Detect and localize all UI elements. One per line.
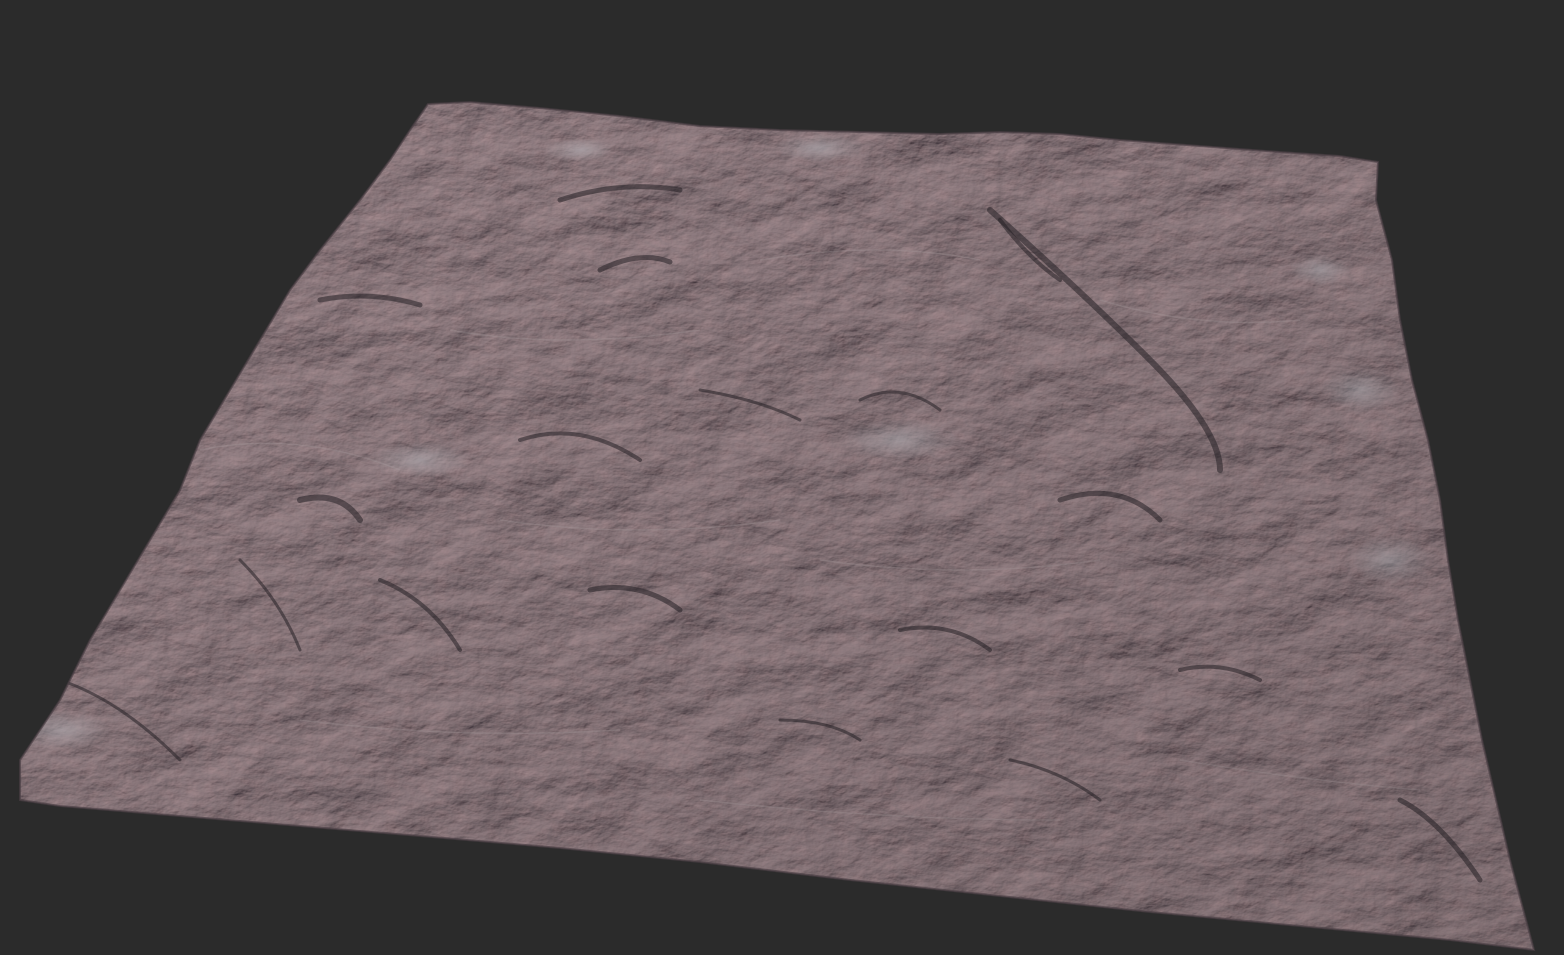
- 3d-viewport[interactable]: [0, 0, 1564, 955]
- terrain-render: [0, 0, 1564, 955]
